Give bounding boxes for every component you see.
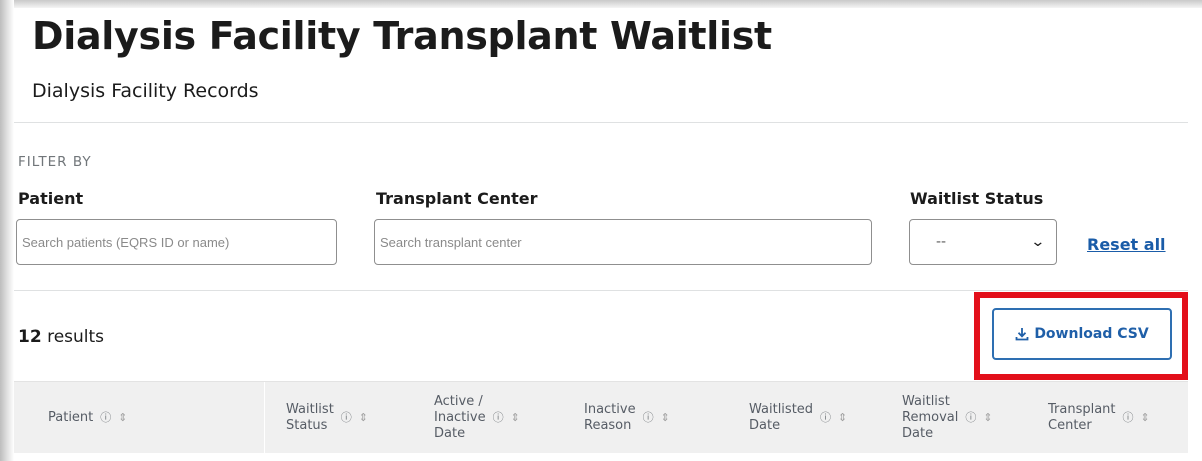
sort-icon[interactable]: ⇕ bbox=[1141, 411, 1150, 425]
column-label: Waitlist Status bbox=[286, 401, 334, 433]
column-label: Waitlist Removal Date bbox=[902, 393, 959, 442]
column-label: Transplant Center bbox=[1048, 401, 1116, 433]
column-header-waitlist-removal-date[interactable]: Waitlist Removal Date ⓘ ⇕ bbox=[902, 382, 993, 454]
transplant-center-search-input[interactable] bbox=[374, 219, 872, 265]
divider-top bbox=[14, 122, 1188, 123]
sort-icon[interactable]: ⇕ bbox=[838, 411, 847, 425]
results-suffix: results bbox=[47, 327, 105, 347]
column-header-inactive-reason[interactable]: Inactive Reason ⓘ ⇕ bbox=[584, 382, 670, 454]
info-icon[interactable]: ⓘ bbox=[643, 411, 654, 425]
column-header-transplant-center[interactable]: Transplant Center ⓘ ⇕ bbox=[1048, 382, 1150, 454]
info-icon[interactable]: ⓘ bbox=[100, 411, 111, 425]
chevron-down-icon: ⌄ bbox=[1030, 234, 1046, 250]
info-icon[interactable]: ⓘ bbox=[341, 411, 352, 425]
download-icon bbox=[1015, 328, 1029, 341]
sort-icon[interactable]: ⇕ bbox=[359, 411, 368, 425]
waitlist-status-select[interactable]: -- ⌄ bbox=[909, 219, 1057, 265]
column-header-waitlist-status[interactable]: Waitlist Status ⓘ ⇕ bbox=[286, 382, 368, 454]
column-separator bbox=[264, 382, 265, 454]
info-icon[interactable]: ⓘ bbox=[820, 411, 831, 425]
reset-all-link[interactable]: Reset all bbox=[1087, 235, 1166, 254]
waitlist-status-filter-label: Waitlist Status bbox=[910, 189, 1044, 208]
results-number: 12 bbox=[18, 327, 42, 347]
column-label: Inactive Reason bbox=[584, 401, 636, 433]
column-label: Waitlisted Date bbox=[749, 401, 814, 433]
results-count: 12 results bbox=[18, 327, 104, 347]
column-header-waitlisted-date[interactable]: Waitlisted Date ⓘ ⇕ bbox=[749, 382, 847, 454]
info-icon[interactable]: ⓘ bbox=[965, 411, 976, 425]
page-title: Dialysis Facility Transplant Waitlist bbox=[32, 14, 772, 58]
column-label: Patient bbox=[48, 409, 94, 425]
info-icon[interactable]: ⓘ bbox=[493, 411, 504, 425]
column-header-active-inactive-date[interactable]: Active / Inactive Date ⓘ ⇕ bbox=[434, 382, 520, 454]
download-csv-label: Download CSV bbox=[1034, 326, 1149, 342]
sort-icon[interactable]: ⇕ bbox=[118, 411, 127, 425]
transplant-center-filter-label: Transplant Center bbox=[376, 189, 538, 208]
download-csv-button[interactable]: Download CSV bbox=[992, 308, 1172, 360]
info-icon[interactable]: ⓘ bbox=[1123, 411, 1134, 425]
sort-icon[interactable]: ⇕ bbox=[661, 411, 670, 425]
divider-results bbox=[14, 290, 1188, 291]
column-label: Active / Inactive Date bbox=[434, 393, 486, 442]
patient-search-input[interactable] bbox=[16, 219, 337, 265]
table-header: Patient ⓘ ⇕ Waitlist Status ⓘ ⇕ Active /… bbox=[14, 381, 1188, 454]
page-subtitle: Dialysis Facility Records bbox=[32, 80, 259, 102]
waitlist-status-selected-value: -- bbox=[936, 234, 947, 250]
sort-icon[interactable]: ⇕ bbox=[983, 411, 992, 425]
column-header-patient[interactable]: Patient ⓘ ⇕ bbox=[48, 382, 127, 454]
filter-section-label: FILTER BY bbox=[18, 154, 92, 170]
window-shadow-left bbox=[0, 0, 14, 461]
patient-filter-label: Patient bbox=[18, 189, 84, 208]
sort-icon[interactable]: ⇕ bbox=[511, 411, 520, 425]
